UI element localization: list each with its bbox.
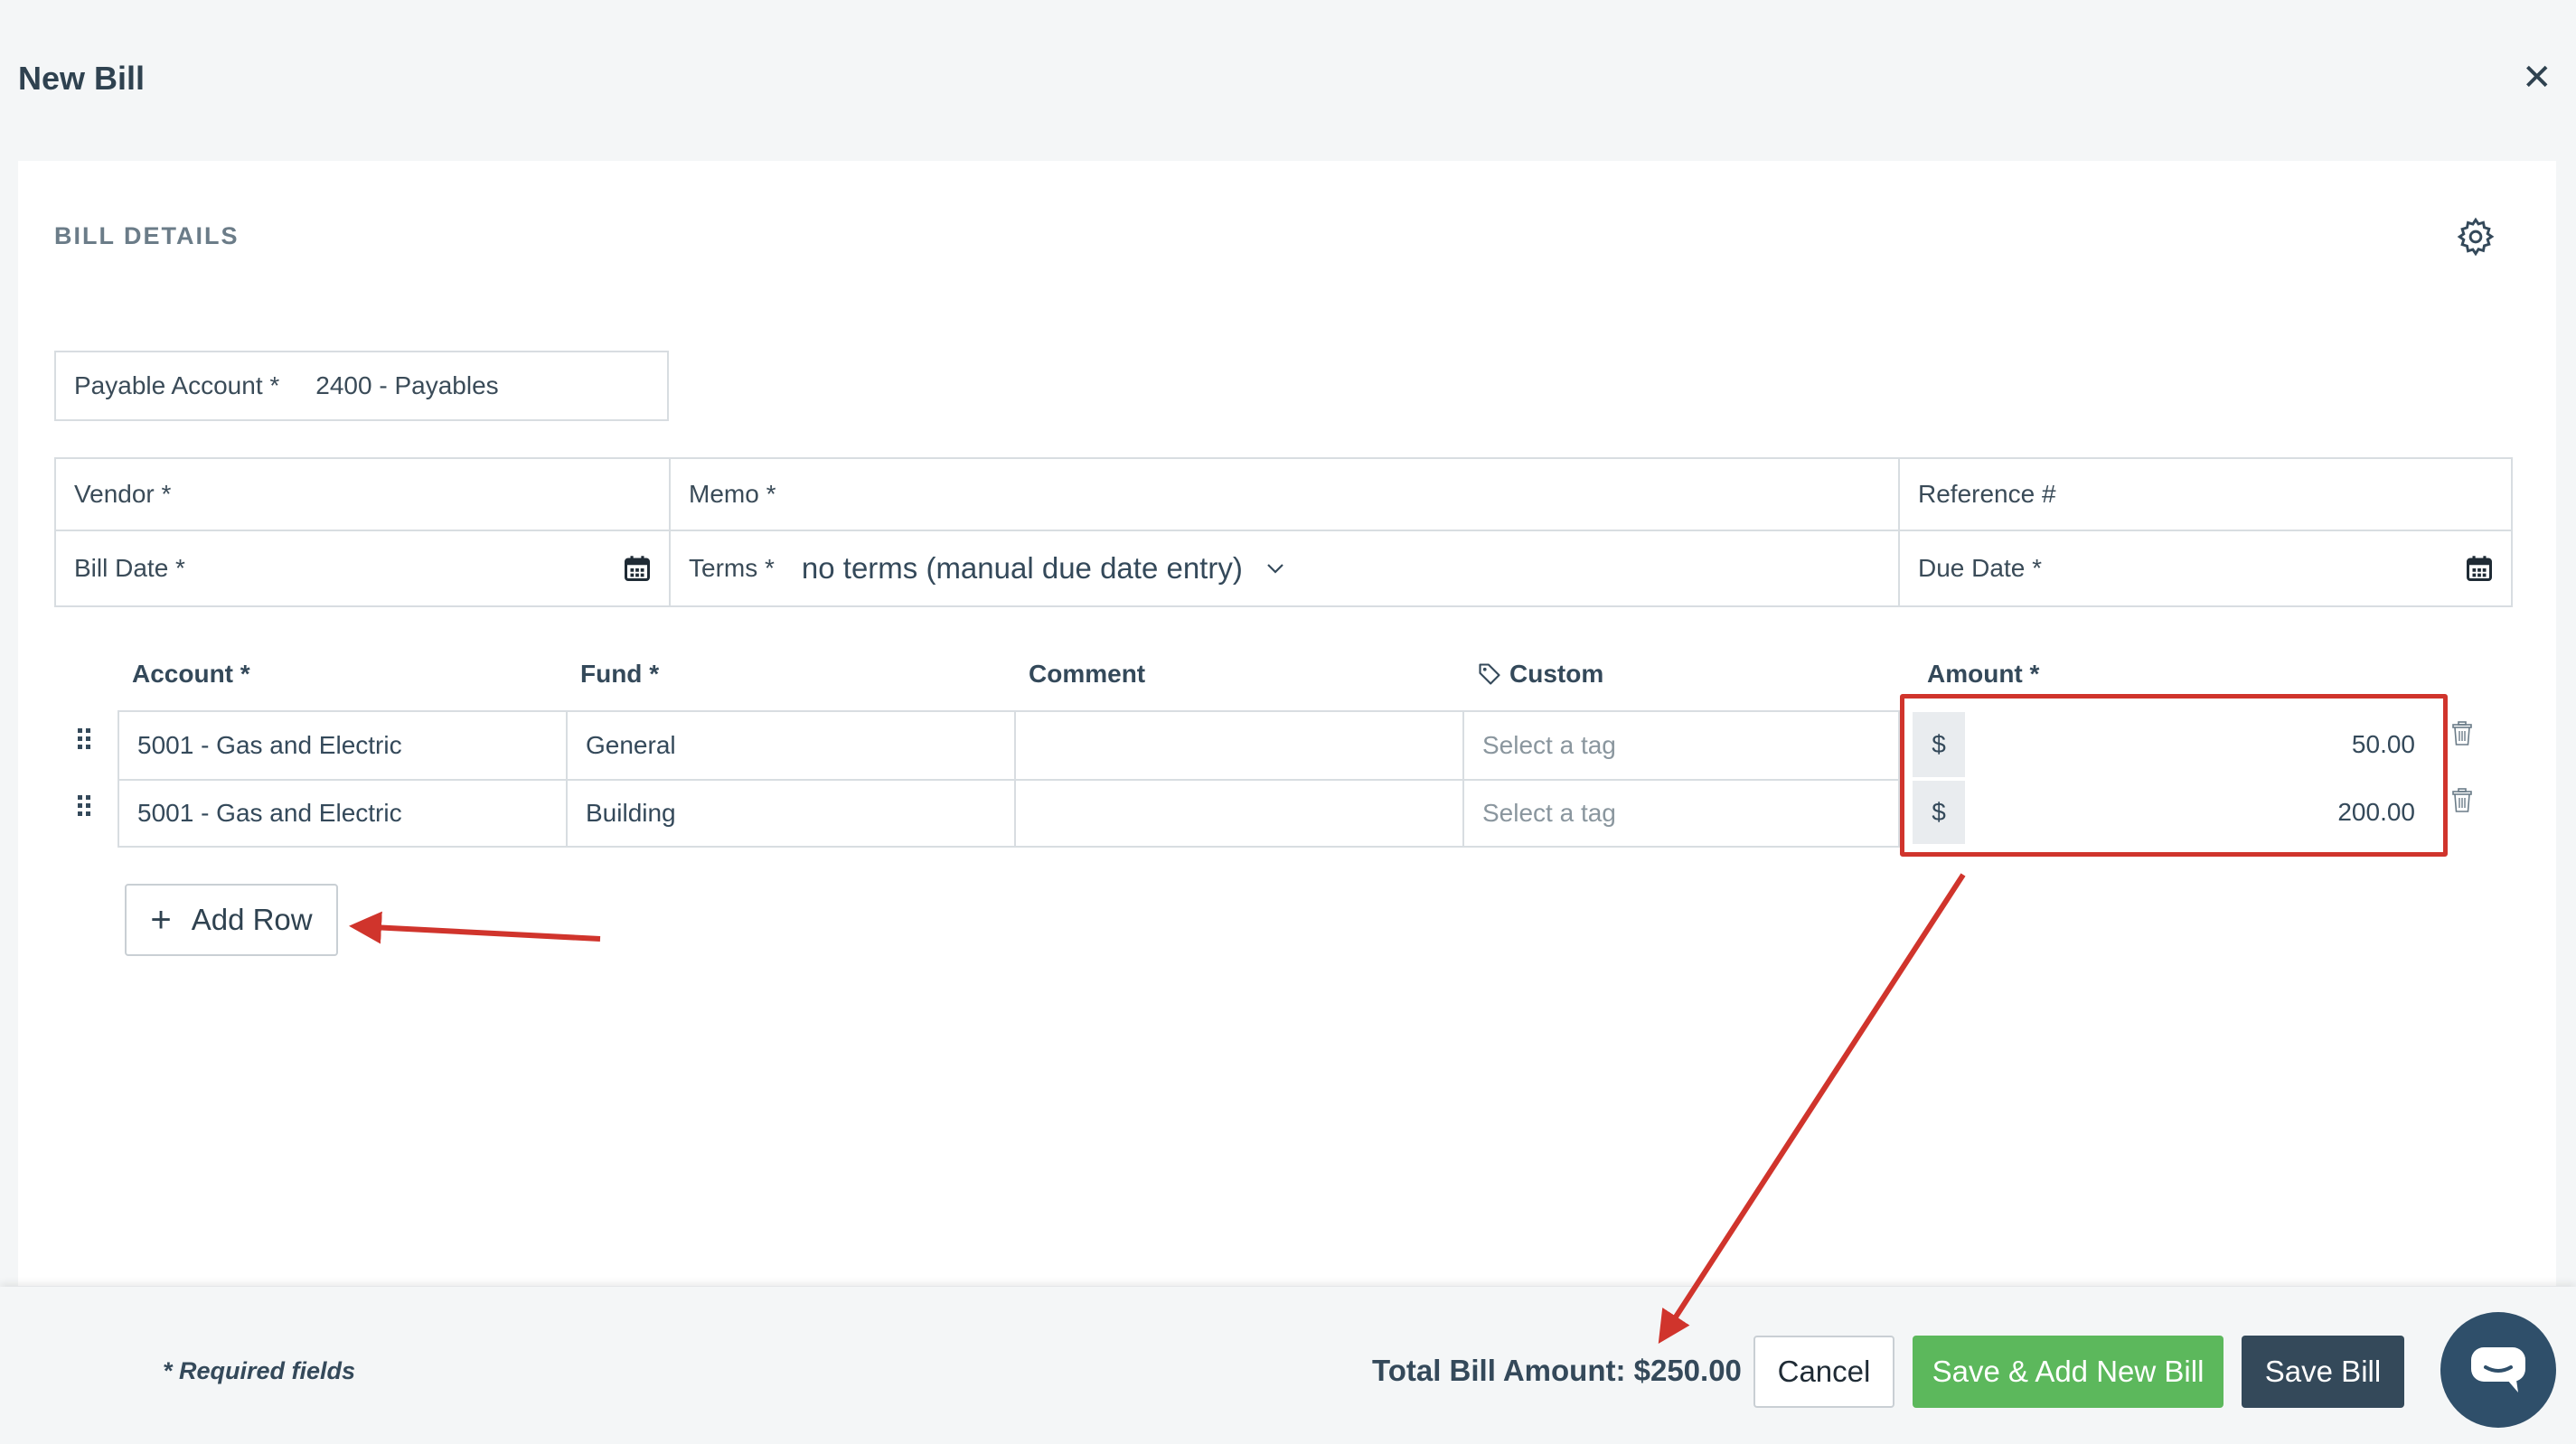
terms-select[interactable]: no terms (manual due date entry) (775, 551, 1243, 586)
comment-cell[interactable] (1014, 779, 1464, 848)
column-header-custom-label: Custom (1509, 660, 1604, 688)
payable-account-field[interactable]: Payable Account * 2400 - Payables (54, 351, 669, 421)
vendor-input[interactable] (171, 458, 669, 530)
column-header-account: Account * (132, 660, 250, 688)
column-header-amount: Amount * (1927, 660, 2040, 688)
add-row-label: Add Row (191, 903, 313, 936)
fund-cell[interactable]: General (566, 710, 1016, 781)
bill-date-label: Bill Date * (74, 554, 185, 582)
custom-tag-select[interactable]: Select a tag (1462, 779, 1900, 848)
bill-date-input[interactable] (184, 530, 669, 606)
vendor-field[interactable]: Vendor * (54, 457, 671, 531)
payable-account-label: Payable Account * (74, 371, 280, 399)
account-cell[interactable]: 5001 - Gas and Electric (118, 710, 568, 781)
chat-widget-button[interactable] (2440, 1312, 2556, 1428)
total-bill-amount: Total Bill Amount: $250.00 (1372, 1354, 1742, 1387)
terms-field[interactable]: Terms * no terms (manual due date entry) (669, 530, 1900, 607)
drag-handle-icon[interactable] (78, 795, 92, 819)
reference-label: Reference # (1918, 480, 2056, 508)
account-cell[interactable]: 5001 - Gas and Electric (118, 779, 568, 848)
reference-input[interactable] (2055, 458, 2511, 530)
save-and-add-new-button[interactable]: Save & Add New Bill (1913, 1336, 2223, 1408)
terms-label: Terms * (689, 554, 775, 582)
calendar-icon[interactable] (2466, 555, 2493, 582)
drag-handle-icon[interactable] (78, 728, 92, 752)
add-row-button[interactable]: + Add Row (125, 884, 338, 956)
custom-tag-select[interactable]: Select a tag (1462, 710, 1900, 781)
fund-cell[interactable]: Building (566, 779, 1016, 848)
required-fields-note: * Required fields (163, 1357, 356, 1384)
section-title: BILL DETAILS (54, 222, 240, 249)
chat-bubble-icon (2471, 1347, 2525, 1392)
column-header-fund: Fund * (580, 660, 660, 688)
comment-cell[interactable] (1014, 710, 1464, 781)
column-header-custom: Custom (1477, 660, 1603, 689)
cancel-button[interactable]: Cancel (1753, 1336, 1894, 1408)
calendar-icon[interactable] (624, 555, 651, 582)
gear-icon[interactable] (2456, 217, 2496, 257)
column-header-comment: Comment (1029, 660, 1146, 688)
due-date-input[interactable] (2041, 530, 2511, 606)
bill-date-field[interactable]: Bill Date * (54, 530, 671, 607)
save-bill-button[interactable]: Save Bill (2242, 1336, 2404, 1408)
tag-icon (1479, 663, 1500, 685)
due-date-label: Due Date * (1918, 554, 2042, 582)
reference-field[interactable]: Reference # (1898, 457, 2513, 531)
trash-icon[interactable] (2452, 721, 2472, 746)
annotation-highlight-box (1900, 694, 2448, 857)
memo-input[interactable] (776, 458, 1898, 530)
close-icon[interactable]: ✕ (2522, 60, 2552, 96)
memo-label: Memo * (689, 480, 776, 508)
payable-account-value: 2400 - Payables (315, 371, 499, 399)
due-date-field[interactable]: Due Date * (1898, 530, 2513, 607)
trash-icon[interactable] (2452, 788, 2472, 813)
memo-field[interactable]: Memo * (669, 457, 1900, 531)
plus-icon: + (150, 900, 172, 940)
modal-title: New Bill (18, 60, 146, 97)
vendor-label: Vendor * (74, 480, 172, 508)
chevron-down-icon[interactable] (1266, 563, 1284, 574)
